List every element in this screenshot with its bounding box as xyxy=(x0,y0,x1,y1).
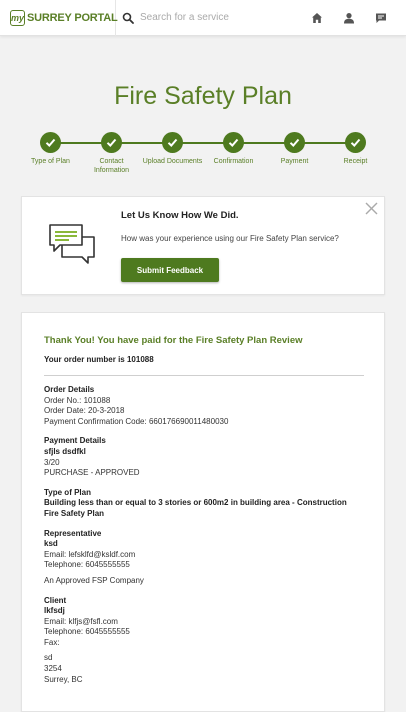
payment-date: 3/20 xyxy=(44,457,60,467)
section-heading: Type of Plan xyxy=(44,487,91,497)
step-label: Payment xyxy=(280,158,309,165)
payer-name: sfjls dsdfkl xyxy=(44,446,86,456)
client-address-line: sd xyxy=(44,653,53,663)
messages-icon[interactable] xyxy=(374,11,388,25)
step-upload-documents: Upload Documents xyxy=(142,131,203,166)
client-telephone: Telephone: 6045555555 xyxy=(44,627,130,637)
user-icon[interactable] xyxy=(342,11,356,25)
feedback-heading: Let Us Know How We Did. xyxy=(121,210,239,221)
representative-telephone: Telephone: 6045555555 xyxy=(44,560,130,570)
step-payment: Payment xyxy=(264,131,325,166)
step-contact-information: Contact Information xyxy=(81,131,142,175)
order-number: Your order number is 101088 xyxy=(44,355,154,364)
payment-details-section: Payment Details sfjls dsdfkl 3/20 PURCHA… xyxy=(44,436,362,478)
step-complete-check-icon xyxy=(223,132,244,153)
step-label: Confirmation xyxy=(213,158,254,165)
search-bar xyxy=(116,0,310,36)
step-label: Type of Plan xyxy=(31,158,70,165)
step-receipt: Receipt xyxy=(325,131,386,166)
logo-badge: my xyxy=(10,9,26,26)
order-date: Order Date: 20-3-2018 xyxy=(44,406,125,416)
step-type-of-plan: Type of Plan xyxy=(20,131,81,166)
payment-thanks-heading: Thank You! You have paid for the Fire Sa… xyxy=(44,335,303,346)
payment-confirmation-code: Payment Confirmation Code: 6601766900114… xyxy=(44,416,229,426)
step-complete-check-icon xyxy=(345,132,366,153)
submit-feedback-button[interactable]: Submit Feedback xyxy=(121,258,219,282)
step-complete-check-icon xyxy=(40,132,61,153)
home-icon[interactable] xyxy=(310,11,324,25)
chat-bubbles-icon xyxy=(49,224,95,264)
close-icon[interactable] xyxy=(365,202,378,215)
feedback-card: Let Us Know How We Did. How was your exp… xyxy=(21,196,385,295)
representative-company: An Approved FSP Company xyxy=(44,575,144,585)
step-confirmation: Confirmation xyxy=(203,131,264,166)
search-icon xyxy=(122,12,134,24)
step-complete-check-icon xyxy=(101,132,122,153)
step-label: Receipt xyxy=(343,158,368,165)
representative-name: ksd xyxy=(44,539,58,549)
client-email: Email: klfjs@fsfl.com xyxy=(44,616,118,626)
page-title: Fire Safety Plan xyxy=(114,82,292,110)
client-fax: Fax: xyxy=(44,637,60,647)
step-complete-check-icon xyxy=(284,132,305,153)
top-header: my SURREY PORTAL xyxy=(0,0,406,36)
payment-status: PURCHASE - APPROVED xyxy=(44,468,140,478)
step-label: Contact Information xyxy=(93,158,130,174)
client-address-line: 3254 xyxy=(44,664,62,674)
plan-type-value: Building less than or equal to 3 stories… xyxy=(44,498,347,518)
logo-text: SURREY PORTAL xyxy=(27,11,118,24)
representative-email: Email: lefsklfd@ksldf.com xyxy=(44,549,136,559)
representative-section: Representative ksd Email: lefsklfd@ksldf… xyxy=(44,529,362,587)
type-of-plan-section: Type of Plan Building less than or equal… xyxy=(44,488,362,520)
client-section: Client lkfsdj Email: klfjs@fsfl.com Tele… xyxy=(44,596,362,686)
step-complete-check-icon xyxy=(162,132,183,153)
surrey-portal-logo[interactable]: my SURREY PORTAL xyxy=(0,0,118,36)
divider xyxy=(44,375,364,376)
client-address-line: Surrey, BC xyxy=(44,674,83,684)
search-input[interactable] xyxy=(140,12,290,23)
progress-steps: Type of Plan Contact Information Upload … xyxy=(20,131,386,176)
section-heading: Payment Details xyxy=(44,436,106,446)
section-heading: Client xyxy=(44,595,67,605)
receipt-card: Thank You! You have paid for the Fire Sa… xyxy=(21,312,385,712)
order-details-section: Order Details Order No.: 101088 Order Da… xyxy=(44,385,362,427)
client-name: lkfsdj xyxy=(44,606,65,616)
section-heading: Representative xyxy=(44,528,102,538)
order-no: Order No.: 101088 xyxy=(44,395,111,405)
step-label: Upload Documents xyxy=(142,158,203,165)
header-actions xyxy=(310,11,406,25)
feedback-question: How was your experience using our Fire S… xyxy=(121,234,339,243)
section-heading: Order Details xyxy=(44,385,95,394)
